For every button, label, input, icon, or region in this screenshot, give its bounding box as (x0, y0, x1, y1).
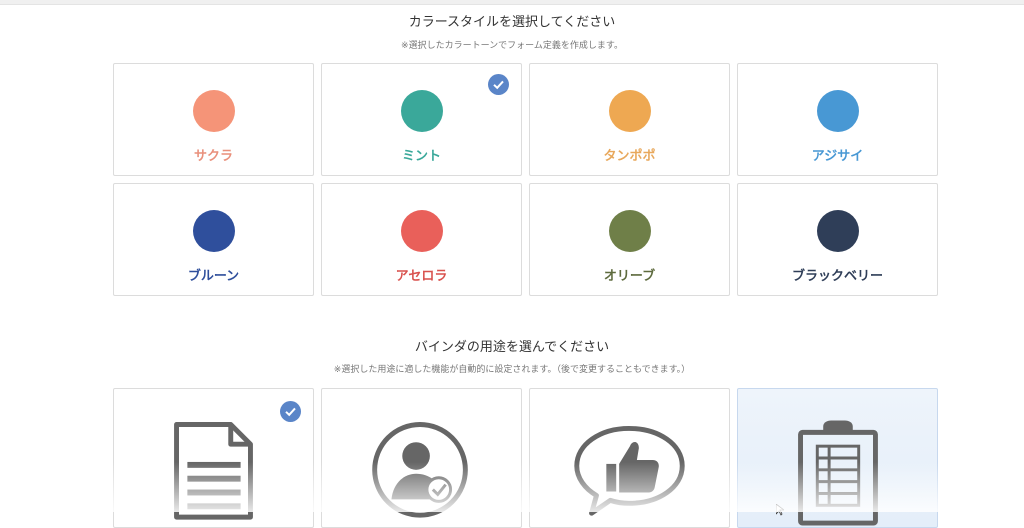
color-option-label: タンポポ (603, 149, 656, 164)
color-grid: サクラ ミント タンポポ アジサイ ブルーン アセロラ オリーブ ブラックベリー (113, 63, 940, 296)
color-option-label: ミント (401, 149, 441, 164)
purpose-grid (113, 388, 940, 528)
color-option-acerola[interactable]: アセロラ (321, 183, 522, 296)
color-option-label: アジサイ (811, 149, 864, 164)
color-option-label: アセロラ (395, 269, 448, 284)
color-option-mint[interactable]: ミント (321, 63, 522, 176)
purpose-section-note: ※選択した用途に適した機能が自動的に設定されます。（後で変更することもできます。… (333, 365, 691, 375)
color-option-burun[interactable]: ブルーン (113, 183, 314, 296)
color-swatch (192, 90, 235, 132)
color-option-tanpopo[interactable]: タンポポ (529, 63, 730, 176)
color-swatch (816, 90, 859, 132)
color-option-olive[interactable]: オリーブ (529, 183, 730, 296)
selected-check-icon (280, 401, 301, 422)
color-option-label: オリーブ (603, 269, 656, 284)
color-option-label: サクラ (193, 149, 233, 164)
mouse-cursor-icon (775, 501, 786, 516)
color-swatch (608, 210, 651, 252)
purpose-option-document[interactable] (113, 388, 314, 528)
thumbs-up-speech-icon (574, 425, 685, 516)
purpose-option-thumbs-up[interactable] (529, 388, 730, 528)
purpose-option-clipboard[interactable] (737, 388, 938, 528)
selected-check-icon (488, 74, 509, 95)
color-section-note: ※選択したカラートーンでフォーム定義を作成します。 (401, 41, 623, 51)
color-option-ajisai[interactable]: アジサイ (737, 63, 938, 176)
color-swatch (608, 90, 651, 132)
color-option-label: ブルーン (187, 269, 240, 284)
color-swatch (400, 210, 443, 252)
color-section-title: カラースタイルを選択してください (408, 15, 616, 30)
color-swatch (400, 90, 443, 132)
color-swatch (816, 210, 859, 252)
color-option-blackberry[interactable]: ブラックベリー (737, 183, 938, 296)
color-swatch (192, 210, 235, 252)
user-check-icon (372, 422, 468, 518)
purpose-section-title: バインダの用途を選んでください (414, 340, 610, 355)
color-option-sakura[interactable]: サクラ (113, 63, 314, 176)
purpose-option-user-check[interactable] (321, 388, 522, 528)
color-option-label: ブラックベリー (791, 269, 883, 284)
browser-top-strip (0, 0, 1024, 5)
clipboard-table-icon (798, 420, 878, 526)
